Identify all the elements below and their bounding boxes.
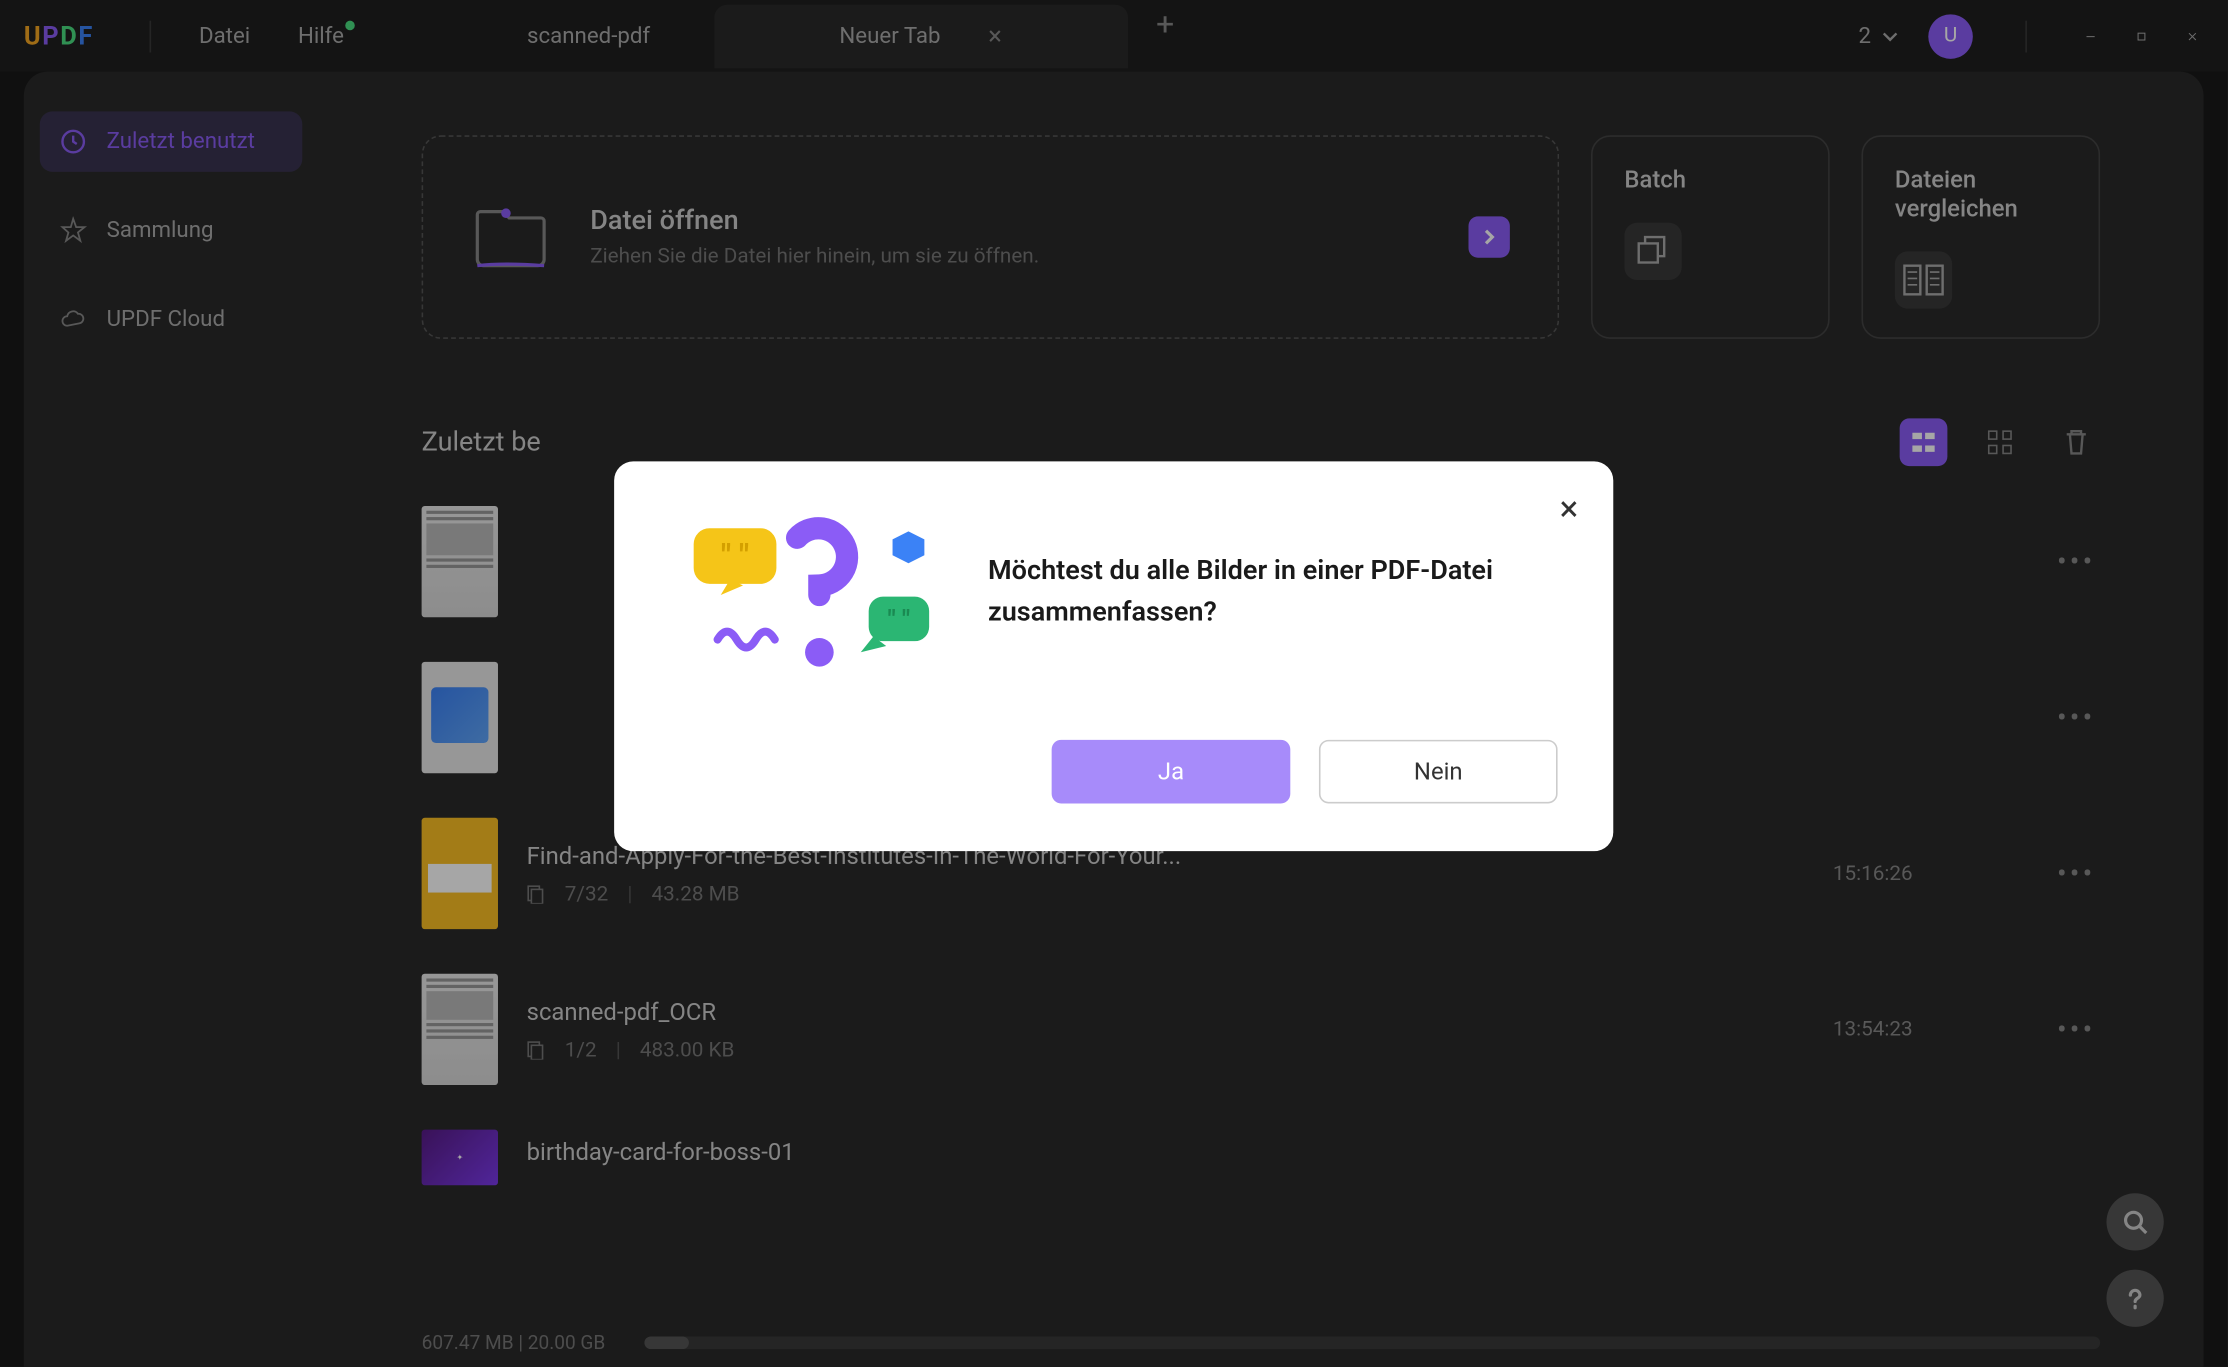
modal-dialog: × " " " " [614, 461, 1613, 851]
svg-text:" ": " " [721, 536, 749, 574]
modal-yes-button[interactable]: Ja [1052, 740, 1291, 804]
modal-graphic: " " " " [670, 509, 933, 676]
modal-text: Möchtest du alle Bilder in einer PDF-Dat… [988, 552, 1558, 633]
modal-overlay[interactable]: × " " " " [0, 0, 2227, 1367]
modal-close-button[interactable]: × [1560, 490, 1579, 530]
modal-no-button[interactable]: Nein [1319, 740, 1558, 804]
svg-text:" ": " " [888, 605, 911, 635]
